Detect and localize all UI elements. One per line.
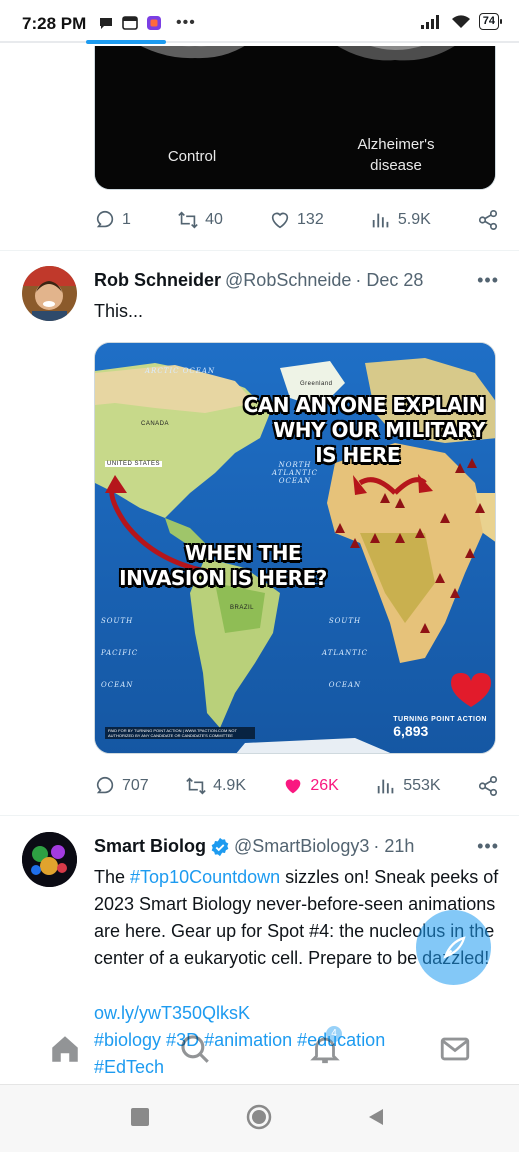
share-button[interactable] bbox=[477, 775, 499, 797]
avatar-smart-biology[interactable] bbox=[22, 832, 77, 887]
profile-photo bbox=[22, 266, 77, 321]
views-chart-icon bbox=[372, 213, 389, 228]
mri-caption-control: Control bbox=[167, 148, 217, 165]
share-button[interactable] bbox=[477, 209, 499, 231]
notification-badge: 4 bbox=[326, 1026, 342, 1042]
tweet-action-bar: 1 40 132 5.9K bbox=[94, 208, 499, 232]
verified-badge-icon bbox=[211, 837, 229, 856]
tweet-date: · Dec 28 bbox=[355, 270, 424, 290]
tweet-divider bbox=[0, 250, 519, 251]
map-label-arctic: ARCTIC OCEAN bbox=[145, 367, 216, 375]
retweet-count: 4.9K bbox=[213, 777, 246, 794]
map-label-north-atlantic: NORTH ATLANTIC OCEAN bbox=[272, 461, 318, 485]
battery-indicator: 74 bbox=[478, 13, 503, 30]
badge-count: 6,893 bbox=[393, 723, 429, 739]
wifi-icon bbox=[451, 15, 470, 28]
compose-tweet-button[interactable] bbox=[416, 910, 491, 985]
app-notification-icon bbox=[147, 16, 161, 30]
search-icon[interactable] bbox=[178, 1032, 212, 1066]
map-disclaimer: PAID FOR BY TURNING POINT ACTION | WWW.T… bbox=[105, 727, 255, 739]
map-label-greenland: Greenland bbox=[300, 381, 333, 387]
reply-icon bbox=[96, 210, 114, 228]
like-count: 26K bbox=[310, 777, 339, 794]
share-icon bbox=[478, 210, 498, 230]
map-label-us: UNITED STATES bbox=[105, 461, 162, 467]
badge-brand: TURNING POINT ACTION bbox=[393, 716, 487, 723]
more-options-button[interactable]: ••• bbox=[477, 836, 499, 857]
author-name[interactable]: Smart Biolog bbox=[94, 836, 206, 857]
views-chart-icon bbox=[377, 779, 394, 794]
mri-caption-alzheimers: Alzheimer's disease bbox=[357, 136, 435, 174]
retweet-icon bbox=[186, 777, 206, 795]
map-label-south-pacific: SOUTH PACIFIC OCEAN bbox=[101, 617, 139, 689]
status-bar: 7:28 PM ••• 74 bbox=[0, 0, 519, 46]
tweet-media-image[interactable]: CAN ANYONE EXPLAIN WHY OUR MILITARY IS H… bbox=[94, 342, 496, 754]
headline-line: CAN ANYONE EXPLAIN bbox=[243, 393, 486, 417]
map-label-canada: CANADA bbox=[141, 421, 170, 427]
avatar-rob-schneider[interactable] bbox=[22, 266, 77, 321]
author-handle[interactable]: @SmartBiology3 bbox=[234, 836, 369, 857]
home-circle-icon[interactable] bbox=[246, 1104, 272, 1130]
views-count: 5.9K bbox=[397, 211, 431, 228]
status-time: 7:28 PM bbox=[22, 14, 87, 33]
tweet-text: This... bbox=[94, 301, 144, 321]
status-notification-icons: ••• bbox=[98, 14, 196, 32]
refresh-progress bbox=[86, 40, 166, 44]
tweet-header: Smart Biolog @SmartBiology3 · 21h ••• bbox=[94, 836, 499, 857]
back-triangle-icon[interactable] bbox=[366, 1107, 386, 1127]
retweet-icon bbox=[178, 211, 198, 229]
headline-line: INVASION IS HERE? bbox=[119, 566, 327, 590]
map-label-brazil: BRAZIL bbox=[230, 605, 255, 611]
reply-button[interactable]: 707 bbox=[94, 775, 149, 797]
profile-photo bbox=[22, 832, 77, 887]
map-label-south-atlantic: SOUTH ATLANTIC OCEAN bbox=[322, 617, 368, 689]
reply-button[interactable]: 1 bbox=[94, 209, 131, 231]
bottom-navigation-bar: 4 bbox=[0, 1012, 519, 1084]
headline-line: IS HERE bbox=[315, 443, 400, 467]
status-overflow-dots: ••• bbox=[176, 14, 196, 31]
reply-count: 1 bbox=[122, 211, 131, 228]
feather-plus-icon bbox=[442, 935, 466, 959]
reply-count: 707 bbox=[122, 777, 149, 794]
mail-icon[interactable] bbox=[438, 1032, 472, 1066]
tweet-date: · 21h bbox=[373, 836, 415, 856]
like-button[interactable]: 132 bbox=[269, 209, 324, 231]
home-icon[interactable] bbox=[48, 1032, 82, 1066]
tweet-header: Rob Schneider @RobSchneide · Dec 28 ••• bbox=[94, 270, 499, 291]
turning-point-badge: TURNING POINT ACTION 6,893 bbox=[393, 716, 487, 739]
like-count: 132 bbox=[297, 211, 324, 228]
map-headline-bottom: WHEN THE INVASION IS HERE? bbox=[103, 541, 343, 591]
headline-line: WHEN THE bbox=[184, 541, 302, 565]
heart-filled-icon bbox=[286, 779, 301, 794]
refresh-track bbox=[0, 41, 519, 43]
headline-line: WHY OUR MILITARY bbox=[273, 418, 485, 442]
retweet-button[interactable]: 4.9K bbox=[185, 775, 246, 797]
heart-icon bbox=[271, 212, 289, 229]
retweet-count: 40 bbox=[205, 211, 223, 228]
chat-bubble-icon bbox=[100, 18, 112, 29]
views-button[interactable]: 5.9K bbox=[370, 209, 431, 231]
like-button[interactable]: 26K bbox=[282, 775, 339, 797]
more-options-button[interactable]: ••• bbox=[477, 270, 499, 291]
tweet-action-bar: 707 4.9K 26K 553K bbox=[94, 774, 499, 798]
tweet-media-image[interactable]: Control Alzheimer's disease bbox=[94, 30, 496, 190]
status-system-icons: 74 bbox=[420, 13, 503, 30]
retweet-button[interactable]: 40 bbox=[177, 209, 223, 231]
signal-icon bbox=[420, 14, 439, 29]
reply-icon bbox=[96, 776, 114, 794]
views-button[interactable]: 553K bbox=[375, 775, 441, 797]
author-name[interactable]: Rob Schneider bbox=[94, 270, 221, 291]
author-handle[interactable]: @RobSchneide bbox=[225, 270, 351, 291]
hashtag-link[interactable]: #Top10Countdown bbox=[130, 867, 280, 887]
calendar-icon bbox=[122, 16, 138, 30]
system-navigation-bar bbox=[0, 1084, 519, 1152]
share-icon bbox=[478, 776, 498, 796]
map-headline-top: CAN ANYONE EXPLAIN WHY OUR MILITARY IS H… bbox=[225, 393, 486, 468]
tweet-divider bbox=[0, 815, 519, 816]
views-count: 553K bbox=[403, 777, 441, 794]
recents-square-icon[interactable] bbox=[130, 1107, 150, 1127]
tweet-text-start: The bbox=[94, 867, 131, 887]
